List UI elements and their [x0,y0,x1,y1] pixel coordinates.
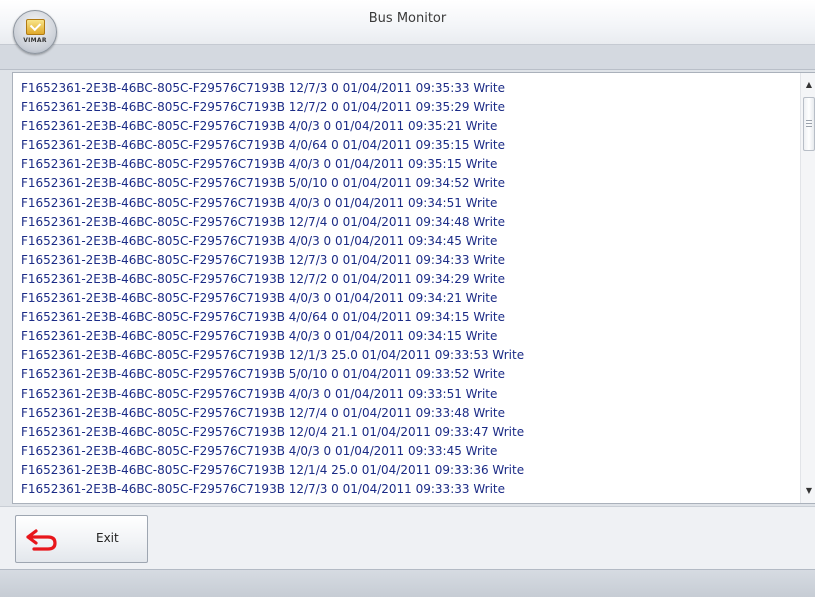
app-logo-icon [26,19,45,35]
bus-monitor-window: Bus Monitor VIMAR F1652361-2E3B-46BC-805… [0,0,815,597]
log-entry[interactable]: F1652361-2E3B-46BC-805C-F29576C7193B 4/0… [21,308,797,327]
grip-line [806,120,812,121]
status-bar [0,569,815,597]
log-entry[interactable]: F1652361-2E3B-46BC-805C-F29576C7193B 4/0… [21,327,797,346]
log-entry[interactable]: F1652361-2E3B-46BC-805C-F29576C7193B 4/0… [21,117,797,136]
vertical-scrollbar[interactable]: ▲ ▼ [800,73,815,503]
log-entry[interactable]: F1652361-2E3B-46BC-805C-F29576C7193B 4/0… [21,385,797,404]
log-entry[interactable]: F1652361-2E3B-46BC-805C-F29576C7193B 4/0… [21,442,797,461]
log-entry[interactable]: F1652361-2E3B-46BC-805C-F29576C7193B 12/… [21,480,797,499]
exit-label: Exit [96,531,119,545]
scroll-thumb[interactable] [803,97,815,151]
grip-line [806,126,812,127]
log-entry[interactable]: F1652361-2E3B-46BC-805C-F29576C7193B 5/0… [21,365,797,384]
toolbar-band [0,45,815,70]
log-entry[interactable]: F1652361-2E3B-46BC-805C-F29576C7193B 12/… [21,213,797,232]
scroll-down-icon[interactable]: ▼ [801,483,815,499]
log-entry[interactable]: F1652361-2E3B-46BC-805C-F29576C7193B 12/… [21,270,797,289]
exit-button[interactable]: Exit [15,515,148,563]
logo-text: VIMAR [23,37,47,44]
footer-area: Exit [0,506,815,569]
log-entry[interactable]: F1652361-2E3B-46BC-805C-F29576C7193B 4/0… [21,155,797,174]
bus-log-panel[interactable]: F1652361-2E3B-46BC-805C-F29576C7193B 12/… [12,72,815,504]
log-entry[interactable]: F1652361-2E3B-46BC-805C-F29576C7193B 12/… [21,346,797,365]
log-entry[interactable]: F1652361-2E3B-46BC-805C-F29576C7193B 12/… [21,98,797,117]
window-title: Bus Monitor [368,11,447,26]
log-entry[interactable]: F1652361-2E3B-46BC-805C-F29576C7193B 4/0… [21,194,797,213]
log-entry[interactable]: F1652361-2E3B-46BC-805C-F29576C7193B 12/… [21,79,797,98]
scroll-up-icon[interactable]: ▲ [801,77,815,93]
title-bar: Bus Monitor [0,0,815,45]
log-entry[interactable]: F1652361-2E3B-46BC-805C-F29576C7193B 4/0… [21,232,797,251]
log-entry[interactable]: F1652361-2E3B-46BC-805C-F29576C7193B 4/0… [21,136,797,155]
log-entry[interactable]: F1652361-2E3B-46BC-805C-F29576C7193B 12/… [21,251,797,270]
bus-log-list[interactable]: F1652361-2E3B-46BC-805C-F29576C7193B 12/… [21,79,797,503]
log-entry[interactable]: F1652361-2E3B-46BC-805C-F29576C7193B 4/0… [21,289,797,308]
log-entry[interactable]: F1652361-2E3B-46BC-805C-F29576C7193B 12/… [21,461,797,480]
log-entry[interactable]: F1652361-2E3B-46BC-805C-F29576C7193B 5/0… [21,174,797,193]
log-entry[interactable]: F1652361-2E3B-46BC-805C-F29576C7193B 12/… [21,423,797,442]
return-arrow-icon [26,529,57,551]
log-entry[interactable]: F1652361-2E3B-46BC-805C-F29576C7193B 12/… [21,404,797,423]
vimar-logo-button[interactable]: VIMAR [13,10,57,54]
grip-line [806,123,812,124]
